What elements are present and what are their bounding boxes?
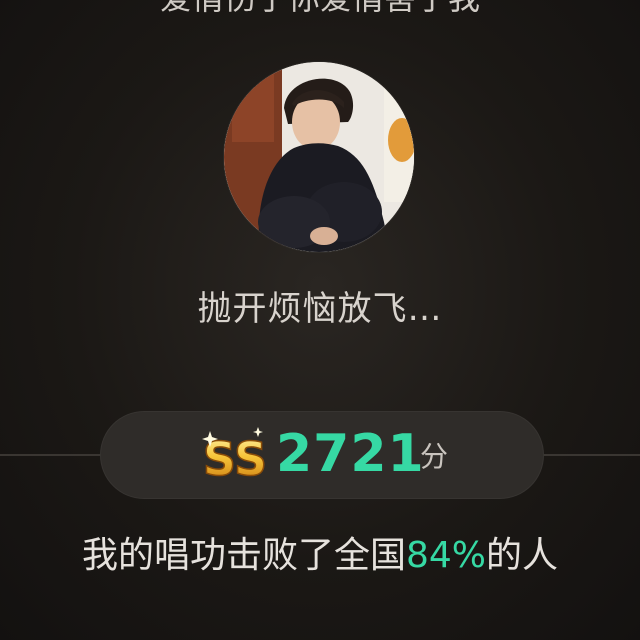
result-prefix: 我的唱功击败了全国 xyxy=(81,535,406,576)
ss-rank-badge-icon: SS xyxy=(202,427,268,487)
song-title: 爱情伤了你爱情害了我 xyxy=(0,0,640,18)
result-suffix: 的人 xyxy=(486,535,559,576)
result-percent: 84% xyxy=(405,535,486,576)
user-avatar[interactable] xyxy=(224,62,414,252)
score-unit: 分 xyxy=(420,440,449,473)
score-value: 2721 xyxy=(276,424,425,484)
avatar-photo-icon xyxy=(224,62,414,252)
user-signature: 抛开烦恼放飞… xyxy=(197,289,443,329)
score-panel: SS 2721 分 xyxy=(100,411,544,499)
result-screen: 爱情伤了你爱情害了我 抛开烦恼放飞… xyxy=(0,0,640,640)
result-summary: 我的唱功击败了全国84%的人 xyxy=(0,528,640,584)
